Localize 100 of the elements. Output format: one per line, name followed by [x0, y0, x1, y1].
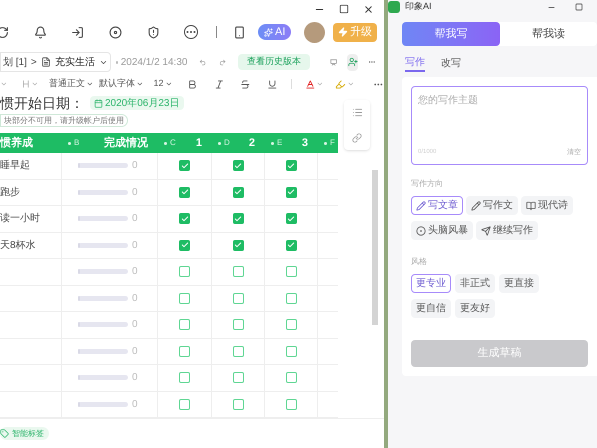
present-icon[interactable]: [330, 56, 338, 68]
breadcrumb-link[interactable]: 划 [1]: [3, 54, 27, 70]
column-letter: E: [277, 137, 282, 149]
column-letter: F: [330, 137, 335, 149]
checkbox[interactable]: [232, 213, 244, 224]
checkbox[interactable]: [286, 346, 296, 357]
font-select[interactable]: 默认字体: [98, 77, 135, 91]
document-title[interactable]: 充实生活: [54, 54, 95, 70]
section-label: 写作方向: [411, 178, 444, 190]
section-label: 风格: [411, 256, 428, 268]
link-icon[interactable]: [352, 132, 362, 143]
sub-tab[interactable]: 改写: [441, 54, 461, 72]
heading-icon[interactable]: [20, 79, 30, 89]
avatar[interactable]: [304, 22, 326, 42]
circle-dot-icon: [416, 226, 426, 236]
progress-count: 0: [132, 318, 138, 332]
font-size-select[interactable]: 12: [154, 77, 164, 91]
progress-count: 0: [132, 344, 138, 359]
checkbox[interactable]: [232, 160, 244, 172]
checkbox[interactable]: [179, 398, 190, 410]
strikethrough-icon[interactable]: [240, 78, 252, 90]
checkbox[interactable]: [179, 213, 190, 224]
progress-count: 0: [132, 159, 138, 174]
option-chip[interactable]: 头脑风暴: [411, 221, 473, 240]
paragraph-style-select[interactable]: 普通正文: [49, 77, 86, 91]
checkbox[interactable]: [286, 266, 296, 278]
checkbox[interactable]: [232, 398, 244, 410]
progress-count: 0: [132, 212, 138, 226]
checkbox[interactable]: [179, 319, 190, 330]
notice-badge: 块部分不可用，请升级帐户后使用: [0, 114, 128, 127]
lightning-icon: [338, 27, 348, 37]
option-chip[interactable]: 现代诗: [521, 196, 573, 215]
checkbox[interactable]: [179, 346, 190, 357]
maximize-icon[interactable]: [339, 4, 349, 14]
checkbox[interactable]: [179, 292, 190, 304]
checkbox[interactable]: [286, 319, 296, 330]
column-letter: C: [170, 137, 176, 149]
app-logo: [388, 1, 400, 13]
target-icon[interactable]: [109, 26, 122, 38]
checkbox[interactable]: [232, 346, 244, 357]
bell-icon[interactable]: [34, 26, 47, 38]
underline-icon[interactable]: [267, 78, 278, 90]
checkbox[interactable]: [232, 372, 244, 384]
sub-tab[interactable]: 写作: [405, 54, 425, 72]
maximize-icon[interactable]: [575, 3, 583, 11]
add-user-icon: [348, 57, 358, 67]
shield-icon[interactable]: [147, 26, 160, 38]
font-color-icon[interactable]: [304, 78, 316, 90]
textarea-placeholder: 您的写作主题: [418, 94, 479, 108]
option-chip[interactable]: 写文章: [411, 196, 463, 215]
checkbox[interactable]: [232, 186, 244, 198]
more-icon[interactable]: [184, 25, 198, 39]
checkbox[interactable]: [286, 213, 296, 224]
checkbox[interactable]: [286, 160, 296, 172]
phone-icon[interactable]: [233, 26, 246, 38]
option-chip[interactable]: 更自信: [411, 299, 451, 318]
checkbox[interactable]: [232, 266, 244, 278]
highlight-icon[interactable]: [335, 78, 346, 90]
option-chip[interactable]: 写作文: [466, 196, 518, 215]
table-cell-text: 跑步: [0, 186, 20, 200]
checkbox[interactable]: [286, 292, 296, 304]
close-icon[interactable]: [363, 4, 374, 14]
progress-count: 0: [132, 292, 138, 306]
checkbox[interactable]: [286, 186, 296, 198]
checkbox[interactable]: [179, 160, 190, 172]
column-header: 1: [196, 136, 202, 151]
option-chip[interactable]: 非正式: [455, 274, 495, 293]
checkbox[interactable]: [179, 186, 190, 198]
checkbox[interactable]: [179, 240, 190, 251]
breadcrumb-separator: >: [30, 56, 37, 70]
tab[interactable]: 帮我写: [402, 22, 500, 46]
dropdown-icon[interactable]: [164, 80, 172, 88]
dropdown-icon[interactable]: [86, 80, 94, 88]
sign-in-icon[interactable]: [71, 26, 84, 38]
option-chip[interactable]: 更友好: [455, 299, 495, 318]
option-chip[interactable]: 继续写作: [476, 221, 538, 240]
timestamp: 2024/1/2 14:30: [120, 56, 188, 70]
checkbox[interactable]: [179, 372, 190, 384]
tab[interactable]: 帮我读: [500, 22, 597, 46]
tag-icon: [0, 429, 9, 438]
checkbox[interactable]: [232, 240, 244, 251]
table-cell-text: 天8杯水: [0, 238, 36, 253]
option-chip[interactable]: 更直接: [499, 274, 539, 293]
table-cell-text: 读一小时: [0, 212, 40, 226]
table-cell-text: 睡早起: [0, 158, 30, 174]
sparkle-icon: [264, 28, 273, 36]
checkbox[interactable]: [179, 266, 190, 278]
checkbox[interactable]: [286, 398, 296, 410]
checkbox[interactable]: [286, 372, 296, 384]
option-chip[interactable]: 更专业: [411, 274, 451, 293]
checkbox[interactable]: [232, 292, 244, 304]
checkbox[interactable]: [232, 319, 244, 330]
pencil-icon: [471, 200, 481, 210]
checkbox[interactable]: [286, 240, 296, 251]
share-user-button[interactable]: [347, 54, 358, 70]
italic-icon[interactable]: [214, 78, 224, 90]
progress-count: 0: [132, 186, 138, 200]
column-header: 2: [248, 136, 255, 151]
bold-icon[interactable]: [187, 78, 198, 90]
dropdown-icon[interactable]: [136, 80, 144, 88]
